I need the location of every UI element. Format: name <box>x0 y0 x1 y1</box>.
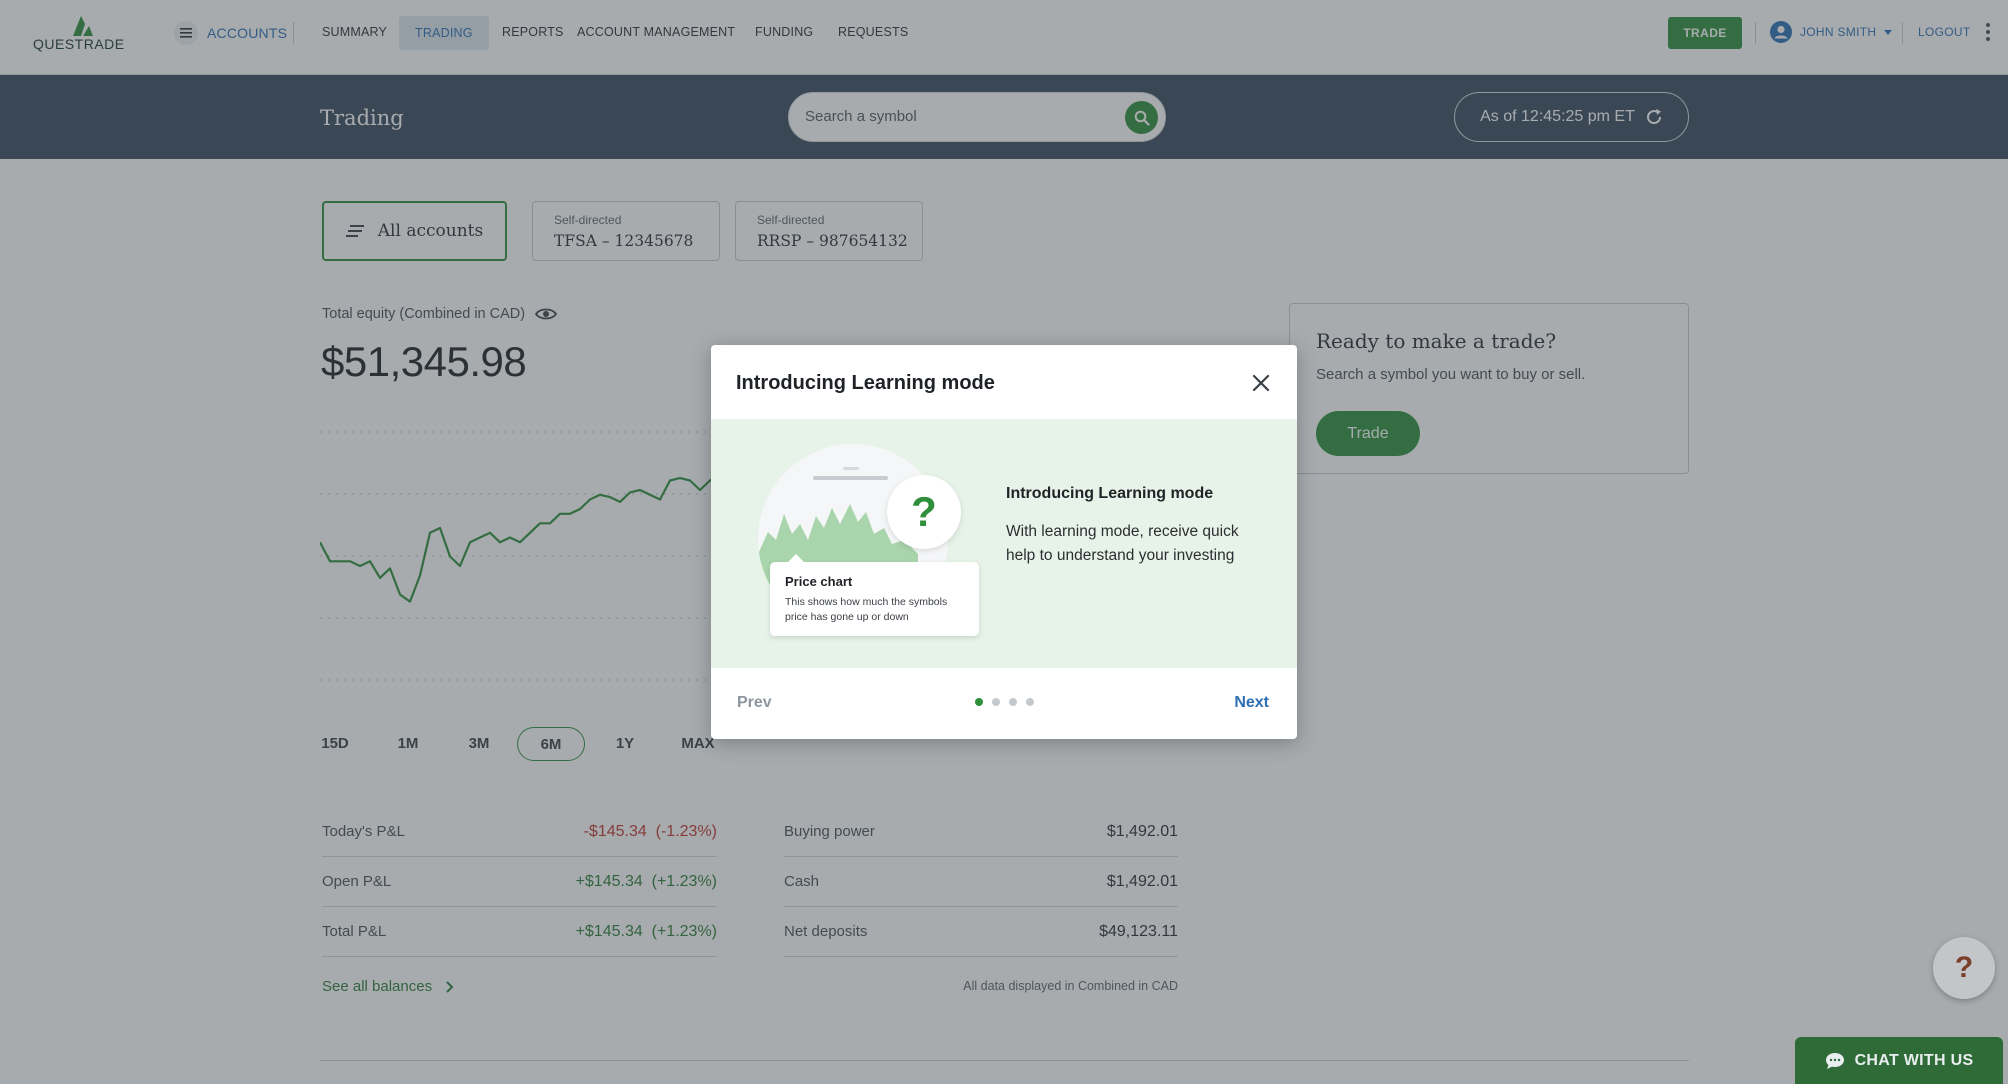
step-dot[interactable] <box>975 698 983 706</box>
step-dot[interactable] <box>992 698 1000 706</box>
tooltip-body: This shows how much the symbols price ha… <box>785 596 948 623</box>
chat-label: CHAT WITH US <box>1854 1051 1974 1069</box>
next-button[interactable]: Next <box>1234 694 1269 712</box>
help-button[interactable]: ? <box>1933 937 1995 999</box>
modal-body: ? Price chart This shows how much the sy… <box>711 419 1297 668</box>
question-bubble: ? <box>887 475 961 549</box>
step-dot[interactable] <box>1026 698 1034 706</box>
modal-body-heading: Introducing Learning mode <box>1006 485 1214 502</box>
step-dot[interactable] <box>1009 698 1017 706</box>
learning-mode-modal: Introducing Learning mode ? Price chart … <box>711 345 1297 739</box>
chat-bubble-icon <box>1825 1052 1844 1069</box>
tooltip-title: Price chart <box>785 574 853 589</box>
modal-body-text: With learning mode, receive quick help t… <box>1006 523 1239 564</box>
close-icon[interactable] <box>1251 373 1271 393</box>
prev-button[interactable]: Prev <box>737 694 772 712</box>
step-indicator <box>975 698 1034 706</box>
chat-with-us-button[interactable]: CHAT WITH US <box>1795 1037 2003 1084</box>
price-chart-tooltip: Price chart This shows how much the symb… <box>770 554 979 636</box>
modal-title: Introducing Learning mode <box>736 372 995 394</box>
